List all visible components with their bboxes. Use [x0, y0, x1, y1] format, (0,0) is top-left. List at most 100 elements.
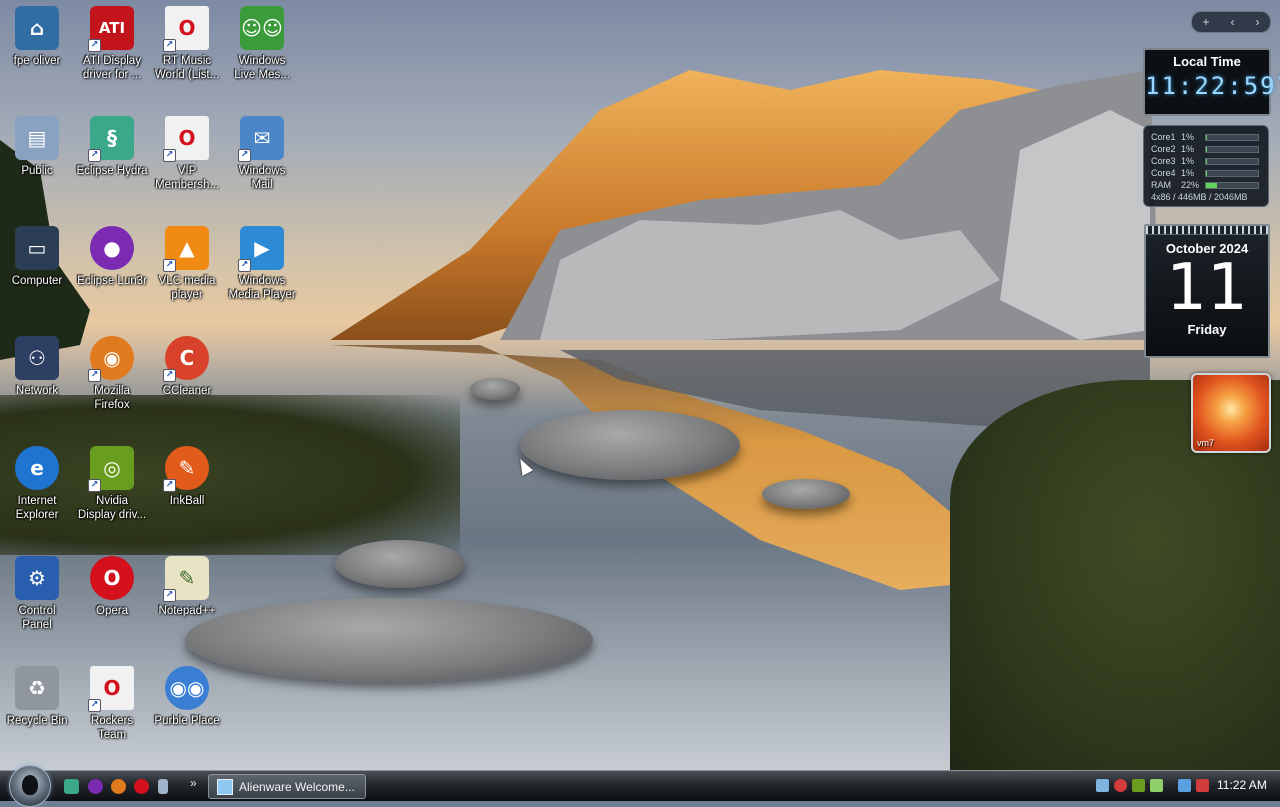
cpu-row-name: Core4 — [1151, 168, 1176, 178]
desktop-icon-purble-place[interactable]: ◉◉ Purble Place — [150, 662, 224, 728]
cpu-row-value: 1% — [1181, 156, 1195, 166]
cpu-row-bar — [1205, 145, 1259, 153]
desktop-icon-notepad-plus[interactable]: ✎ ↗ Notepad++ — [150, 552, 224, 618]
quick-launch-firefox-icon[interactable] — [111, 779, 126, 794]
volume-muted-icon[interactable] — [1196, 779, 1209, 792]
desktop-icon-rockers-team[interactable]: O ↗ Rockers Team — [75, 662, 149, 742]
quick-launch-more-button[interactable]: » — [190, 776, 197, 790]
cpu-row-fill — [1206, 158, 1207, 164]
cpu-row-name: Core1 — [1151, 132, 1176, 142]
network-icon: ⚇ — [15, 336, 59, 380]
cpu-row: Core3 1% — [1144, 155, 1268, 167]
desktop-icon-nvidia-display[interactable]: ◎ ↗ Nvidia Display driv... — [75, 442, 149, 522]
cpu-row-name: RAM — [1151, 180, 1171, 190]
desktop-icon-ccleaner[interactable]: C ↗ CCleaner — [150, 332, 224, 398]
user-folder-icon: ⌂ — [15, 6, 59, 50]
desktop-icon-vlc[interactable]: ▲ ↗ VLC media player — [150, 222, 224, 302]
recycle-bin-icon: ♻ — [15, 666, 59, 710]
clock-gadget[interactable]: Local Time 11:22:59AM — [1143, 48, 1280, 116]
taskbar-button-alienware-welcome[interactable]: Alienware Welcome... — [208, 774, 366, 799]
messenger-icon: ☺☺ — [240, 6, 284, 50]
windows-mail-icon: ✉ ↗ — [238, 116, 284, 162]
quick-launch-eclipse-lun3r-icon[interactable] — [88, 779, 103, 794]
alien-logo-icon — [22, 775, 38, 795]
desktop-icon-eclipse-lun3r[interactable]: ● Eclipse Lun3r — [75, 222, 149, 288]
control-panel-icon: ⚙ — [15, 556, 59, 600]
cpu-row-value: 22% — [1181, 180, 1200, 190]
slideshow-gadget[interactable]: vm7 — [1191, 373, 1271, 453]
clock-time: 11:22:59AM — [1145, 72, 1280, 100]
desktop-icon-label: Windows Live Mes... — [234, 55, 290, 81]
calendar-weekday: Friday — [1187, 322, 1227, 337]
quick-launch-opera-icon[interactable] — [134, 779, 149, 794]
media-player-icon: ▶ ↗ — [238, 226, 284, 272]
security-alert-icon[interactable] — [1114, 779, 1127, 792]
slideshow-caption: vm7 — [1197, 438, 1215, 448]
desktop-icon-label: Opera — [96, 605, 128, 617]
quick-launch-show-desktop-icon[interactable] — [158, 779, 168, 794]
wallpaper-rock — [470, 378, 520, 400]
desktop-icon-computer[interactable]: ▭ Computer — [0, 222, 74, 288]
desktop-icon-public[interactable]: ▤ Public — [0, 112, 74, 178]
cpu-row-fill — [1206, 146, 1207, 152]
cpu-row-fill — [1206, 134, 1207, 140]
wallpaper-rock — [762, 479, 850, 509]
desktop-icon-mozilla-firefox[interactable]: ◉ ↗ Mozilla Firefox — [75, 332, 149, 412]
clock-time-value: 11:22:59 — [1145, 72, 1277, 100]
desktop-icon-control-panel[interactable]: ⚙ Control Panel — [0, 552, 74, 632]
cpu-meter-gadget[interactable]: Core1 1% Core2 1% Core3 1% Core4 1% RAM 22% 4… — [1143, 125, 1269, 207]
desktop-icon-inkball[interactable]: ✎ ↗ InkBall — [150, 442, 224, 508]
desktop-icon-label: Nvidia Display driv... — [77, 495, 147, 521]
start-button[interactable] — [9, 765, 51, 807]
calendar-rings — [1146, 226, 1268, 235]
desktop-icon-label: Mozilla Firefox — [94, 385, 130, 411]
opera-page-icon: O ↗ — [163, 116, 209, 162]
public-folder-icon: ▤ — [15, 116, 59, 160]
opera-icon: O — [90, 556, 134, 600]
desktop-icon-windows-media-player[interactable]: ▶ ↗ Windows Media Player — [225, 222, 299, 302]
cpu-row: Core4 1% — [1144, 167, 1268, 179]
desktop-icon-label: Rockers Team — [90, 715, 134, 741]
wallpaper-rock — [185, 598, 593, 682]
desktop-icon-label: ATI Display driver for ... — [82, 55, 142, 81]
cpu-row-name: Core3 — [1151, 156, 1176, 166]
desktop-icon-network[interactable]: ⚇ Network — [0, 332, 74, 398]
sidebar-prev-button[interactable]: ‹ — [1230, 15, 1234, 29]
desktop-icon-fpe-oliver[interactable]: ⌂ fpe oliver — [0, 2, 74, 68]
nvidia-tray-icon[interactable] — [1132, 779, 1145, 792]
desktop-icon-internet-explorer[interactable]: e Internet Explorer — [0, 442, 74, 522]
sidebar-add-gadget-button[interactable]: + — [1202, 15, 1209, 29]
desktop-icon-ati-display[interactable]: ATI ↗ ATI Display driver for ... — [75, 2, 149, 82]
desktop-icon-label: Network — [15, 385, 59, 397]
desktop-icon-recycle-bin[interactable]: ♻ Recycle Bin — [0, 662, 74, 728]
cpu-row-value: 1% — [1181, 144, 1195, 154]
desktop-icon-label: RT Music World (List... — [154, 55, 220, 81]
cpu-row-bar — [1205, 169, 1259, 177]
desktop-icon-opera[interactable]: O Opera — [75, 552, 149, 618]
desktop-icon-windows-mail[interactable]: ✉ ↗ Windows Mail — [225, 112, 299, 192]
taskbar-clock[interactable]: 11:22 AM — [1217, 778, 1267, 792]
calendar-gadget[interactable]: October 2024 11 Friday — [1144, 224, 1270, 358]
quick-launch-eclipse-hydra-icon[interactable] — [64, 779, 79, 794]
desktop-icon-label: VLC media player — [158, 275, 216, 301]
cpu-row: RAM 22% — [1144, 179, 1268, 191]
desktop-icon-label: Recycle Bin — [6, 715, 68, 727]
desktop-icon-eclipse-hydra[interactable]: § ↗ Eclipse Hydra — [75, 112, 149, 178]
cpu-row: Core2 1% — [1144, 143, 1268, 155]
desktop-icon-windows-live-messenger[interactable]: ☺☺ Windows Live Mes... — [225, 2, 299, 82]
desktop-icon-label: Purble Place — [154, 715, 220, 727]
taskbar: » Alienware Welcome... 11:22 AM — [0, 765, 1280, 807]
cpu-row-bar — [1205, 133, 1259, 141]
internet-explorer-icon: e — [15, 446, 59, 490]
safely-remove-icon[interactable] — [1150, 779, 1163, 792]
cpu-row-bar — [1205, 157, 1259, 165]
desktop-icon-vip-membership[interactable]: O ↗ VIP Membersh... — [150, 112, 224, 192]
cpu-footer: 4x86 / 446MB / 2046MB — [1151, 192, 1248, 202]
sidebar-next-button[interactable]: › — [1255, 15, 1259, 29]
network-tray-icon[interactable] — [1096, 779, 1109, 792]
desktop-icon-rt-music[interactable]: O ↗ RT Music World (List... — [150, 2, 224, 82]
desktop-icon-label: Eclipse Lun3r — [77, 275, 147, 287]
cpu-row-bar — [1205, 181, 1259, 189]
connection-icon[interactable] — [1178, 779, 1191, 792]
purble-place-icon: ◉◉ — [165, 666, 209, 710]
